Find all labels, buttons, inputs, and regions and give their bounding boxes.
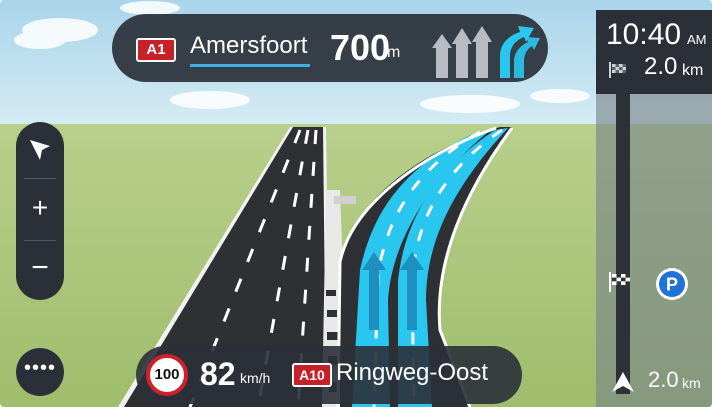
next-event-distance: 2.0 xyxy=(648,367,679,392)
roadside-object xyxy=(334,196,356,204)
zoom-out-button[interactable]: − xyxy=(16,246,64,294)
orientation-button[interactable] xyxy=(16,128,64,170)
current-position-arrow-icon xyxy=(612,372,634,392)
street-underline xyxy=(190,64,310,67)
distance-to-turn: 700 xyxy=(330,27,391,68)
next-street-name: Amersfoort xyxy=(190,32,308,59)
next-event-unit: km xyxy=(682,375,701,391)
arrival-info[interactable]: 10:40 AM 2.0 km xyxy=(596,10,712,94)
separator xyxy=(24,240,56,241)
remaining-unit: km xyxy=(682,62,704,79)
instruction-panel[interactable]: A1 Amersfoort 700 m xyxy=(112,14,548,82)
navigation-screen: A1 Amersfoort 700 m 10:40 AM 2.0 km P 2.… xyxy=(0,0,712,407)
arrival-time: 10:40 xyxy=(606,18,682,51)
separator xyxy=(24,178,56,179)
main-menu-button[interactable]: •••• xyxy=(16,348,64,396)
speed-limit-sign: 100 xyxy=(146,354,188,396)
distance-unit: m xyxy=(387,44,401,61)
compass-arrow-icon xyxy=(30,140,50,160)
destination-flag-icon xyxy=(609,62,626,78)
road-number-shield: A1 xyxy=(136,38,176,62)
speed-unit: km/h xyxy=(240,370,271,386)
zoom-in-button[interactable]: + xyxy=(16,184,64,232)
current-street-name: Ringweg-Oost xyxy=(336,359,489,386)
lane-guidance-arrows-icon xyxy=(432,26,540,78)
checkered-flag-icon xyxy=(609,272,630,292)
arrival-ampm: AM xyxy=(687,32,707,47)
speed-and-street-panel[interactable]: 100 82 km/h A10 Ringweg-Oost xyxy=(136,346,522,404)
route-progress-bar xyxy=(616,94,630,394)
parking-icon[interactable]: P xyxy=(654,266,690,302)
current-road-shield: A10 xyxy=(292,363,332,387)
parking-label: P xyxy=(666,275,678,295)
map-controls: + − xyxy=(16,122,64,300)
remaining-distance: 2.0 xyxy=(644,53,678,80)
route-bar-panel[interactable]: 10:40 AM 2.0 km P 2.0 km xyxy=(596,10,712,407)
current-speed: 82 xyxy=(200,356,236,392)
